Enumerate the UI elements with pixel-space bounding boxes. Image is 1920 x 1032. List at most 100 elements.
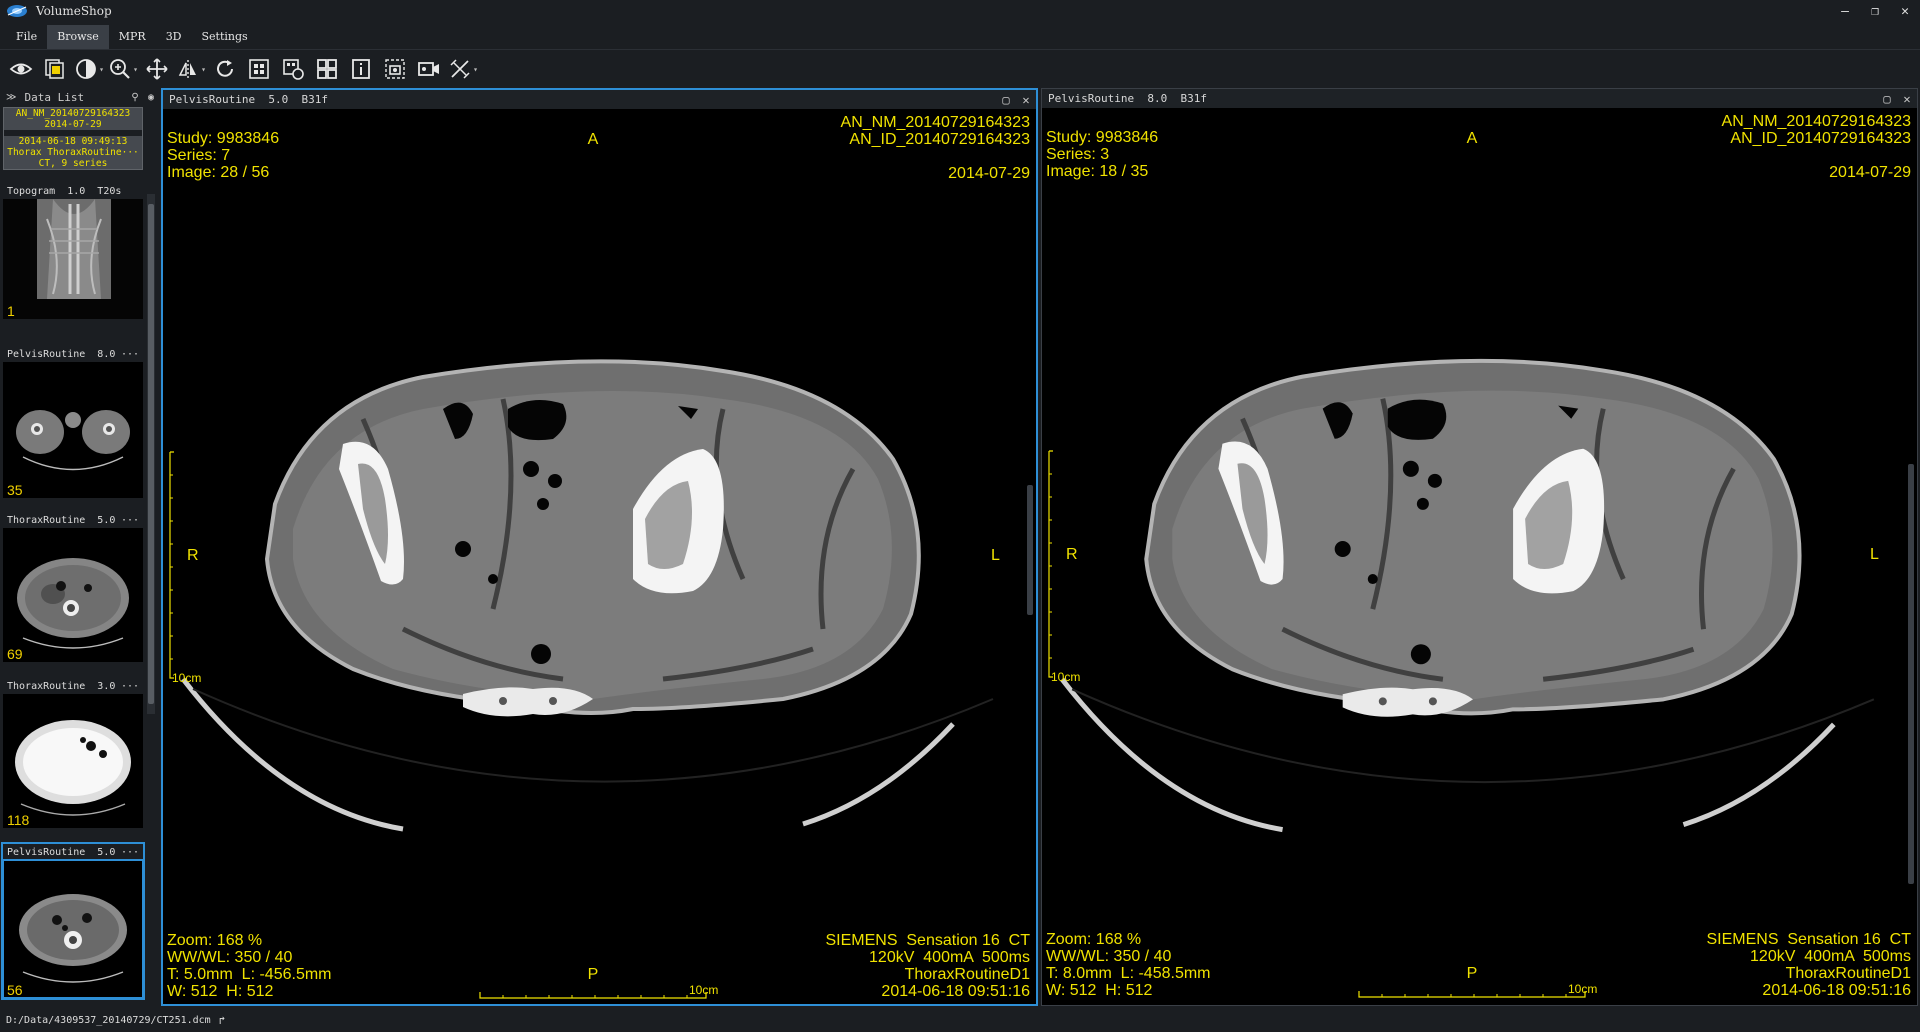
overlay-acq-params: 120kV 400mA 500ms xyxy=(1750,948,1911,965)
ct-slice-image xyxy=(1042,108,1917,1005)
close-window-button[interactable]: ✕ xyxy=(1890,0,1920,22)
collapse-chevron-icon[interactable]: ≫ xyxy=(6,92,16,103)
menu-3d[interactable]: 3D xyxy=(156,25,192,49)
data-list-panel: ≫ Data List ⚲ ◉ AN_NM_20140729164323 201… xyxy=(0,88,160,1002)
menu-browse[interactable]: Browse xyxy=(47,25,109,49)
quad-layout-icon xyxy=(317,59,337,79)
compare-icon xyxy=(283,59,304,80)
more-options-icon[interactable]: ··· xyxy=(121,349,139,360)
app-logo-icon xyxy=(7,5,27,17)
more-options-icon[interactable]: ··· xyxy=(121,847,139,858)
menu-mpr[interactable]: MPR xyxy=(109,25,156,49)
measure-button[interactable]: ▾ xyxy=(446,54,480,84)
eye-button[interactable] xyxy=(4,54,38,84)
overlay-zoom: Zoom: 168 % xyxy=(167,932,263,949)
eye-small-icon[interactable]: ◉ xyxy=(144,92,158,103)
close-icon[interactable]: ✕ xyxy=(1897,92,1917,106)
snapshot-icon xyxy=(385,59,405,79)
title-bar: VolumeShop — ❐ ✕ xyxy=(0,0,1920,22)
viewport-left[interactable]: PelvisRoutine 5.0 B31f ▢ ✕ Study: 998384… xyxy=(161,88,1038,1006)
series-image-count: 69 xyxy=(7,646,23,662)
study-name: AN_NM_20140729164323 xyxy=(15,108,131,119)
series-label: PelvisRoutine 8.0 ··· xyxy=(3,346,143,362)
viewport-scrollbar[interactable] xyxy=(1027,485,1033,615)
viewport-header: PelvisRoutine 8.0 B31f ▢ ✕ xyxy=(1042,89,1917,108)
viewport-right[interactable]: PelvisRoutine 8.0 B31f ▢ ✕ Study: 998384… xyxy=(1041,88,1918,1006)
info-button[interactable] xyxy=(344,54,378,84)
orientation-top: A xyxy=(587,131,599,148)
compare-button[interactable] xyxy=(276,54,310,84)
overlay-acq-params: 120kV 400mA 500ms xyxy=(869,949,1030,966)
zoom-button[interactable]: ▾ xyxy=(106,54,140,84)
series-title: PelvisRoutine 8.0 xyxy=(7,348,116,360)
series-label: PelvisRoutine 5.0 ··· xyxy=(3,844,143,860)
menu-file[interactable]: File xyxy=(6,25,47,49)
overlay-scanner: SIEMENS Sensation 16 CT xyxy=(1706,931,1911,948)
overlay-acq-time: 2014-06-18 09:51:16 xyxy=(881,983,1030,1000)
series-item-selected[interactable]: PelvisRoutine 5.0 ··· 56 xyxy=(1,842,145,1000)
pan-icon xyxy=(146,58,168,80)
horizontal-scale-bar xyxy=(479,992,707,999)
maximize-icon[interactable]: ▢ xyxy=(1877,92,1897,106)
series-item[interactable]: ThoraxRoutine 3.0 ··· 118 xyxy=(3,678,143,828)
overlay-study: Study: 9983846 xyxy=(1046,129,1159,146)
series-item[interactable]: ThoraxRoutine 5.0 ··· 69 xyxy=(3,512,143,662)
overlay-series: Series: 3 xyxy=(1046,146,1110,163)
toolbar-divider xyxy=(0,49,1920,50)
status-bar: D:/Data/4309537_20140729/CT251.dcm ↱ xyxy=(0,1009,1920,1032)
series-image-count: 118 xyxy=(7,812,30,828)
snapshot-button[interactable] xyxy=(378,54,412,84)
layout-grid-button[interactable] xyxy=(242,54,276,84)
rotate-button[interactable] xyxy=(208,54,242,84)
rotate-icon xyxy=(217,60,233,77)
info-icon xyxy=(352,59,370,79)
ct-image[interactable] xyxy=(163,109,1036,1004)
overlay-an-nm: AN_NM_20140729164323 xyxy=(840,114,1030,131)
vertical-scale-bar xyxy=(169,451,174,679)
series-thumbnail: 1 xyxy=(3,199,143,319)
more-options-icon[interactable]: ··· xyxy=(121,515,139,526)
overlay-protocol: ThoraxRoutineD1 xyxy=(1785,965,1911,982)
series-item[interactable]: Topogram 1.0 T20s 1 xyxy=(3,183,143,319)
video-button[interactable] xyxy=(412,54,446,84)
open-path-icon[interactable]: ↱ xyxy=(219,1014,226,1027)
pin-icon[interactable]: ⚲ xyxy=(128,92,142,103)
ct-slice-image xyxy=(163,109,1036,1004)
chevron-down-icon: ▾ xyxy=(473,64,478,74)
study-time: 2014-06-18 09:49:13 xyxy=(18,136,128,147)
close-icon[interactable]: ✕ xyxy=(1016,93,1036,107)
maximize-icon[interactable]: ▢ xyxy=(996,93,1016,107)
data-list-scrollbar[interactable] xyxy=(147,194,155,714)
restore-button[interactable]: ❐ xyxy=(1860,0,1890,22)
series-item[interactable]: PelvisRoutine 8.0 ··· 35 xyxy=(3,346,143,498)
menu-settings[interactable]: Settings xyxy=(192,25,258,49)
orientation-top: A xyxy=(1466,130,1478,147)
series-label: ThoraxRoutine 5.0 ··· xyxy=(3,512,143,528)
chevron-down-icon: ▾ xyxy=(133,64,138,74)
overlay-image-index: Image: 28 / 56 xyxy=(167,164,270,181)
ct-image[interactable] xyxy=(1042,108,1917,1005)
quad-layout-button[interactable] xyxy=(310,54,344,84)
data-list-title: Data List xyxy=(24,90,85,104)
file-path: D:/Data/4309537_20140729/CT251.dcm xyxy=(6,1015,211,1026)
overlay-thickness: T: 5.0mm L: -456.5mm xyxy=(167,966,332,983)
zoom-icon xyxy=(110,59,130,79)
flip-button[interactable]: ▾ xyxy=(174,54,208,84)
scroll-thumb[interactable] xyxy=(148,204,154,704)
orientation-right: L xyxy=(1870,546,1879,563)
layout-grid-icon xyxy=(249,59,269,79)
pan-button[interactable] xyxy=(140,54,174,84)
series-thumbnail: 118 xyxy=(3,694,143,828)
overlay-study: Study: 9983846 xyxy=(167,130,280,147)
overlay-date: 2014-07-29 xyxy=(948,165,1030,182)
more-options-icon[interactable]: ··· xyxy=(121,681,139,692)
overlay-dimensions: W: 512 H: 512 xyxy=(167,983,274,1000)
study-info-card[interactable]: AN_NM_20140729164323 2014-07-29 2014-06-… xyxy=(3,107,143,170)
series-thumbnail: 35 xyxy=(3,362,143,498)
viewport-scrollbar[interactable] xyxy=(1908,464,1914,884)
series-title: ThoraxRoutine 3.0 xyxy=(7,680,116,692)
horizontal-scale-bar xyxy=(1358,991,1586,998)
stack-button[interactable] xyxy=(38,54,72,84)
minimize-button[interactable]: — xyxy=(1830,0,1860,22)
contrast-button[interactable]: ▾ xyxy=(72,54,106,84)
